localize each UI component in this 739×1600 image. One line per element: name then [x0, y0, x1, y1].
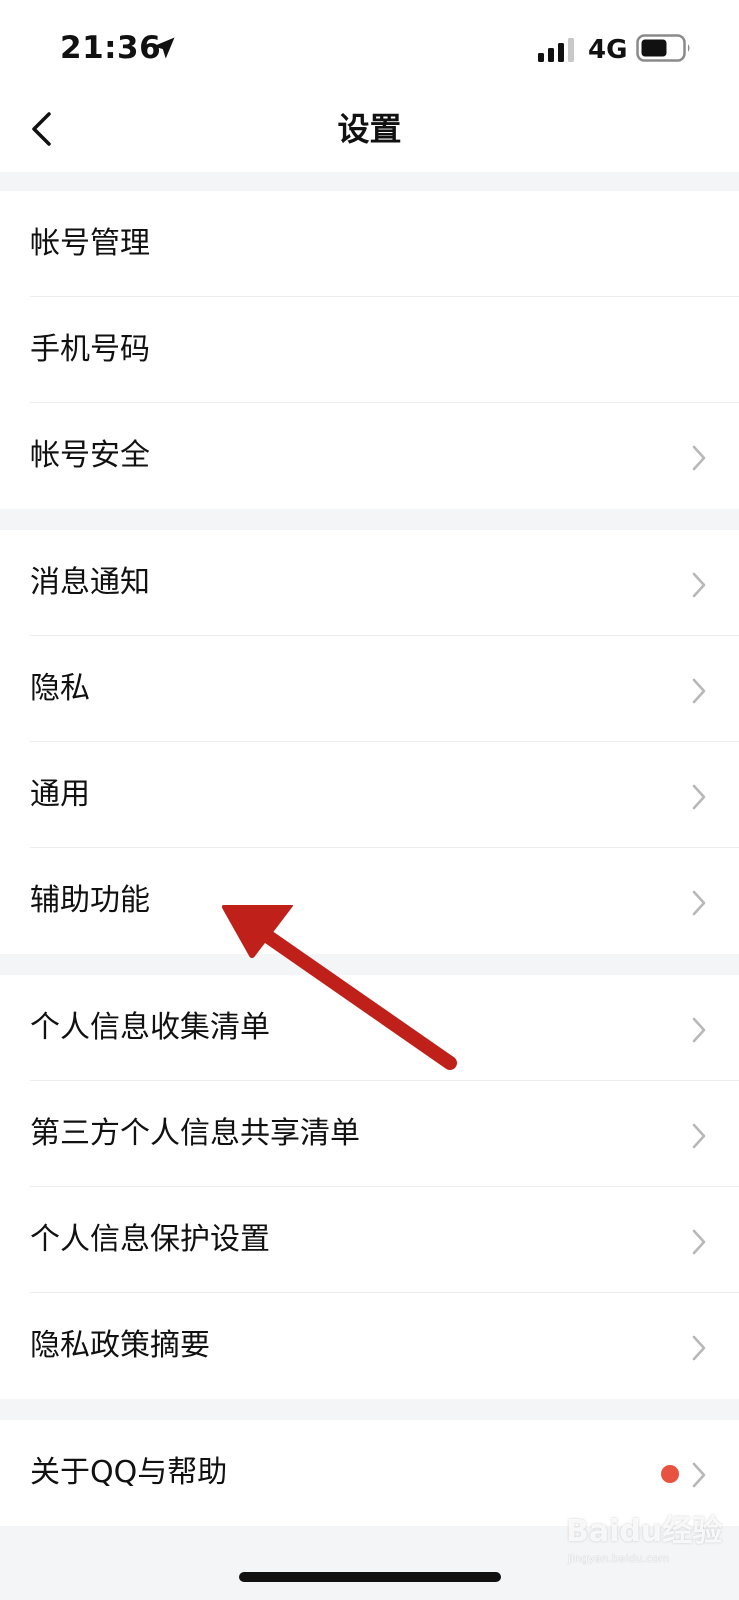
- settings-page: 21:36 4G 设置 帐号管理 手机号码 帐号安全 消息通知 隐私 通用 辅助…: [0, 0, 739, 1600]
- chevron-right-icon: [692, 1229, 706, 1255]
- settings-item-label: 辅助功能: [30, 883, 150, 918]
- home-indicator[interactable]: [239, 1572, 501, 1582]
- settings-item-third-party-sharing-list[interactable]: 第三方个人信息共享清单: [30, 1081, 739, 1187]
- chevron-right-icon: [692, 678, 706, 704]
- settings-item-about-help[interactable]: 关于QQ与帮助: [0, 1420, 739, 1526]
- chevron-right-icon: [692, 1123, 706, 1149]
- settings-item-info-protection-settings[interactable]: 个人信息保护设置: [30, 1187, 739, 1293]
- chevron-right-icon: [692, 1335, 706, 1361]
- settings-item-info-collection-list[interactable]: 个人信息收集清单: [30, 975, 739, 1081]
- settings-item-label: 隐私: [30, 671, 90, 706]
- settings-item-label: 帐号安全: [30, 438, 150, 473]
- settings-item-label: 第三方个人信息共享清单: [30, 1116, 360, 1151]
- settings-item-privacy[interactable]: 隐私: [30, 636, 739, 742]
- settings-item-label: 消息通知: [30, 565, 150, 600]
- chevron-right-icon: [692, 445, 706, 471]
- settings-item-account-management[interactable]: 帐号管理: [30, 191, 739, 297]
- settings-item-label: 手机号码: [30, 332, 150, 367]
- chevron-right-icon: [692, 572, 706, 598]
- navigation-bar: 设置: [0, 88, 739, 172]
- chevron-right-icon: [692, 890, 706, 916]
- settings-item-privacy-policy-summary[interactable]: 隐私政策摘要: [0, 1293, 739, 1399]
- settings-group-personal-info: 个人信息收集清单 第三方个人信息共享清单 个人信息保护设置 隐私政策摘要: [0, 975, 739, 1399]
- chevron-right-icon: [692, 1462, 706, 1488]
- battery-icon: [636, 34, 690, 62]
- settings-item-label: 通用: [30, 777, 90, 812]
- watermark-site: jingyan.baidu.com: [568, 1552, 670, 1565]
- status-time: 21:36: [60, 30, 162, 66]
- settings-item-accessibility[interactable]: 辅助功能: [0, 848, 739, 954]
- location-arrow-icon: [153, 37, 175, 59]
- signal-bars-icon: [538, 38, 574, 62]
- chevron-right-icon: [692, 784, 706, 810]
- back-chevron-icon[interactable]: [20, 106, 66, 152]
- settings-item-notifications[interactable]: 消息通知: [30, 530, 739, 636]
- settings-item-account-security[interactable]: 帐号安全: [0, 403, 739, 509]
- settings-item-general[interactable]: 通用: [30, 742, 739, 848]
- settings-item-label: 个人信息保护设置: [30, 1222, 270, 1257]
- settings-group-about: 关于QQ与帮助: [0, 1420, 739, 1526]
- network-type-label: 4G: [588, 35, 628, 65]
- settings-item-label: 个人信息收集清单: [30, 1010, 270, 1045]
- settings-item-phone-number[interactable]: 手机号码: [30, 297, 739, 403]
- settings-item-label: 隐私政策摘要: [30, 1328, 210, 1363]
- chevron-right-icon: [692, 1017, 706, 1043]
- settings-group-account: 帐号管理 手机号码 帐号安全: [0, 191, 739, 509]
- settings-item-label: 关于QQ与帮助: [30, 1455, 228, 1490]
- status-bar: 21:36 4G: [0, 0, 739, 88]
- notification-badge-dot: [661, 1465, 679, 1483]
- settings-group-general: 消息通知 隐私 通用 辅助功能: [0, 530, 739, 954]
- page-title: 设置: [337, 110, 402, 148]
- settings-item-label: 帐号管理: [30, 226, 150, 261]
